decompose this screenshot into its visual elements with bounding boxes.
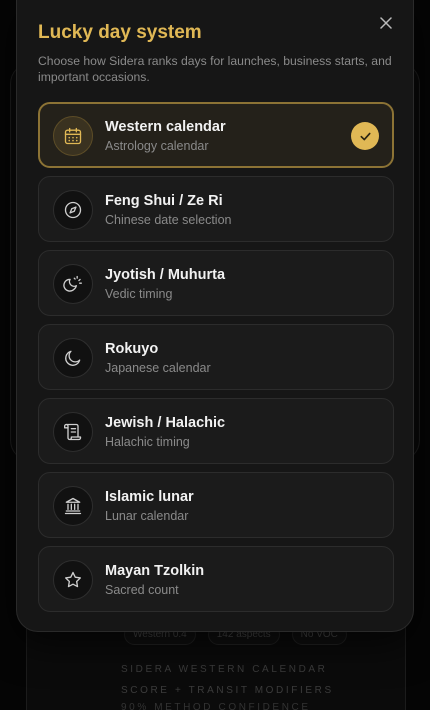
option-subtitle: Japanese calendar	[105, 361, 211, 375]
option-subtitle: Chinese date selection	[105, 213, 232, 227]
close-button[interactable]	[375, 12, 397, 34]
close-icon	[380, 17, 392, 29]
lucky-day-system-modal: Lucky day system Choose how Sidera ranks…	[16, 0, 414, 632]
option-jewish[interactable]: Jewish / Halachic Halachic timing	[38, 398, 394, 464]
option-subtitle: Vedic timing	[105, 287, 173, 301]
option-label: Western calendar	[105, 119, 226, 135]
option-islamic[interactable]: Islamic lunar Lunar calendar	[38, 472, 394, 538]
option-western-calendar[interactable]: Western calendar Astrology calendar	[38, 102, 394, 168]
selected-check	[351, 122, 379, 150]
option-label: Mayan Tzolkin	[105, 563, 205, 579]
option-subtitle: Halachic timing	[105, 435, 190, 449]
options-list: Western calendar Astrology calendar Feng…	[38, 102, 394, 620]
option-mayan[interactable]: Mayan Tzolkin Sacred count	[38, 546, 394, 612]
option-label: Feng Shui / Ze Ri	[105, 193, 223, 209]
option-feng-shui[interactable]: Feng Shui / Ze Ri Chinese date selection	[38, 176, 394, 242]
option-label: Jewish / Halachic	[105, 415, 226, 431]
option-rokuyo[interactable]: Rokuyo Japanese calendar	[38, 324, 394, 390]
background-caption-confidence: 90% METHOD CONFIDENCE	[121, 702, 311, 710]
option-subtitle: Sacred count	[105, 583, 179, 597]
background-caption: SIDERA WESTERN CALENDAR SCORE + TRANSIT …	[121, 664, 334, 696]
calendar-icon	[53, 116, 93, 156]
option-label: Rokuyo	[105, 341, 159, 357]
scroll-icon	[53, 412, 93, 452]
modal-title: Lucky day system	[38, 22, 202, 43]
option-jyotish[interactable]: Jyotish / Muhurta Vedic timing	[38, 250, 394, 316]
option-subtitle: Astrology calendar	[105, 139, 209, 153]
sun-moon-icon	[53, 264, 93, 304]
landmark-icon	[53, 486, 93, 526]
compass-icon	[53, 190, 93, 230]
star-icon	[53, 560, 93, 600]
option-label: Islamic lunar	[105, 489, 194, 505]
option-label: Jyotish / Muhurta	[105, 267, 226, 283]
moon-icon	[53, 338, 93, 378]
modal-description: Choose how Sidera ranks days for launche…	[38, 54, 392, 84]
check-icon	[359, 132, 371, 140]
option-subtitle: Lunar calendar	[105, 509, 189, 523]
